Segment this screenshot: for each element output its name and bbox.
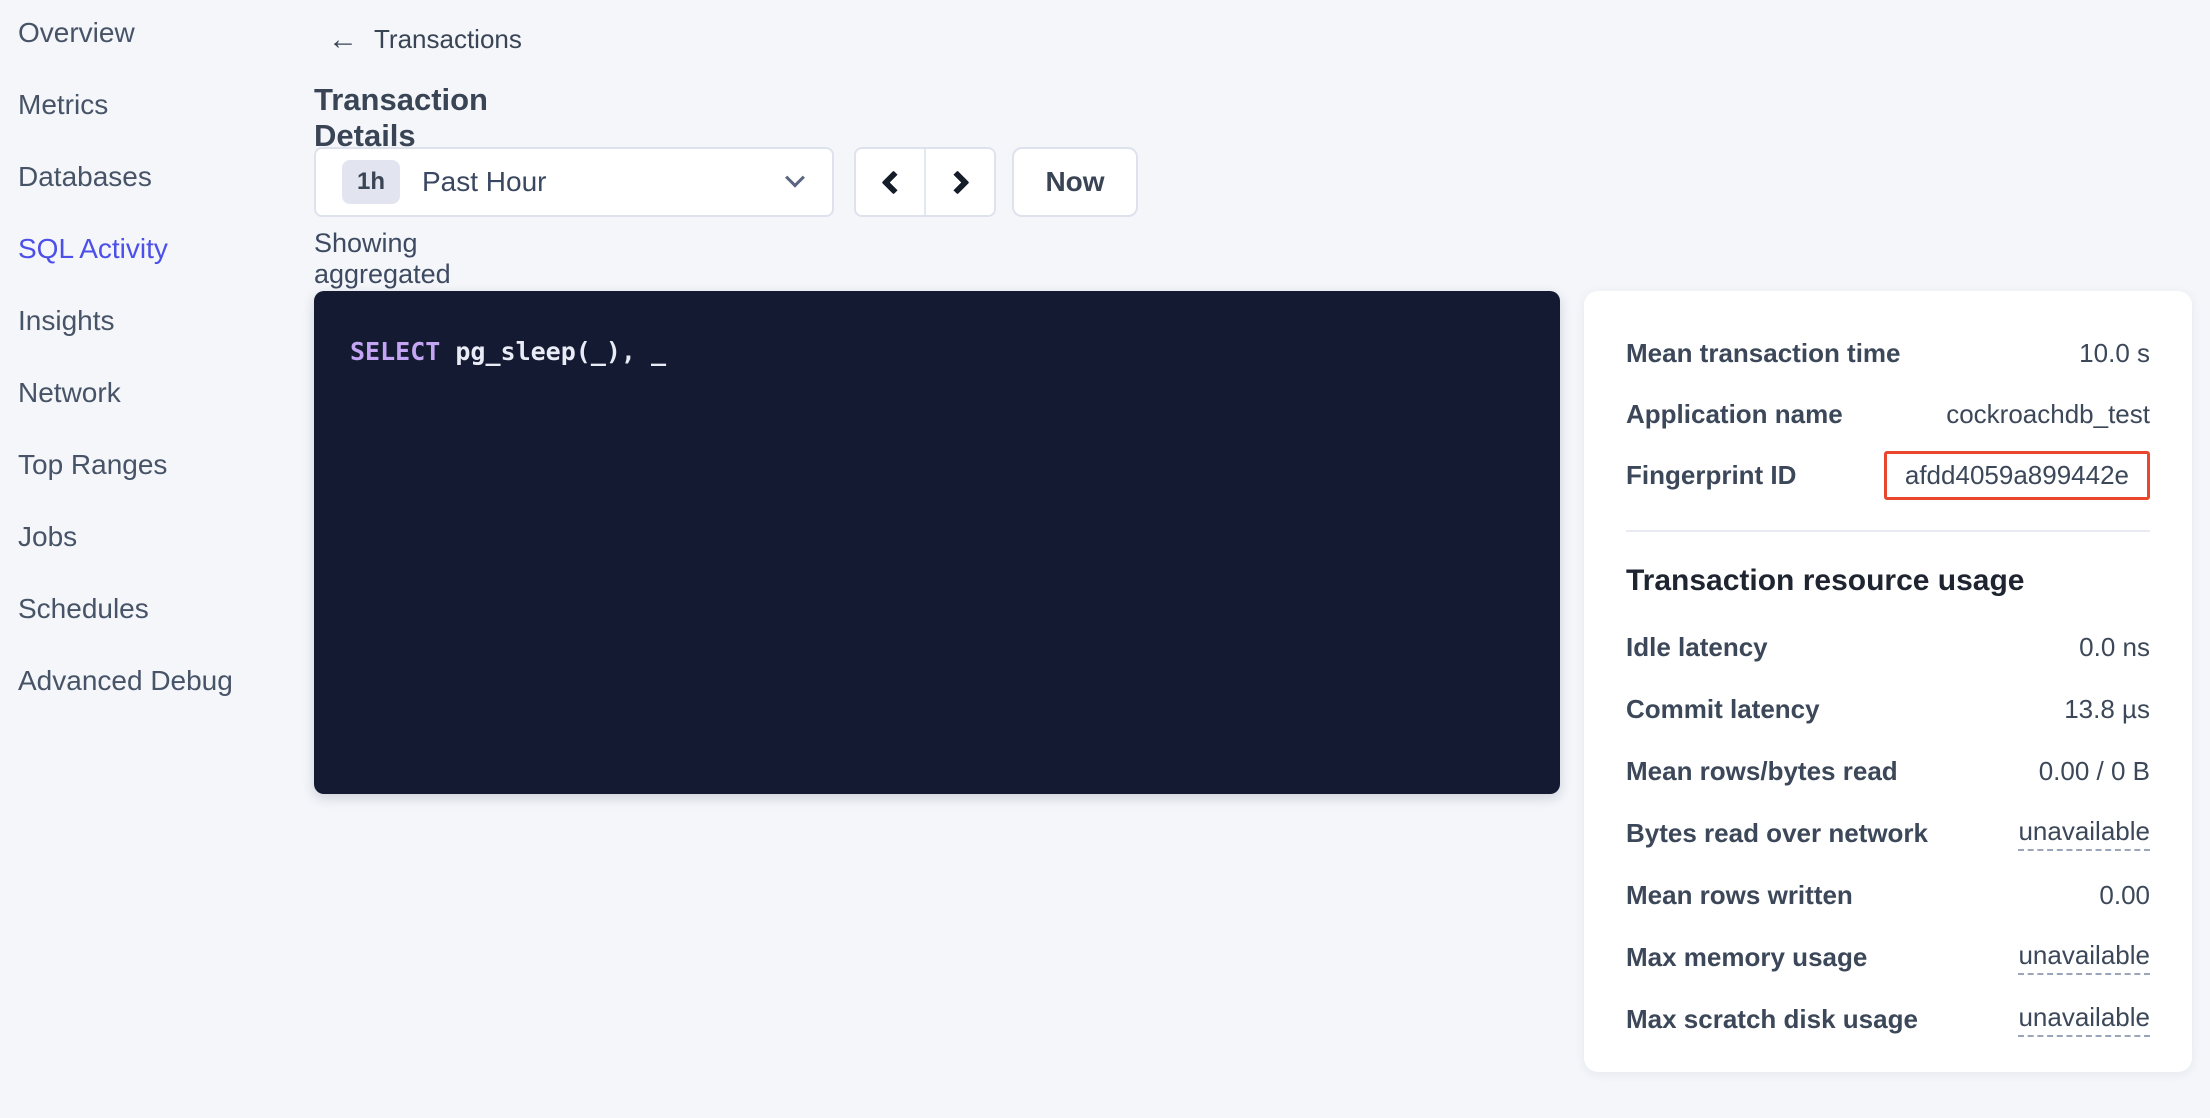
sql-keyword: SELECT [350, 337, 440, 366]
chevron-down-icon [785, 168, 805, 188]
chevron-left-icon [881, 170, 905, 194]
row-label: Application name [1626, 399, 1843, 430]
fingerprint-id-value-highlighted: afdd4059a899442e [1884, 451, 2150, 500]
row-label: Max memory usage [1626, 942, 1867, 973]
breadcrumb-label: Transactions [374, 24, 522, 55]
summary-rows: Mean transaction time 10.0 s Application… [1626, 291, 2150, 506]
previous-range-button[interactable] [856, 149, 924, 215]
sidebar-item-metrics[interactable]: Metrics [0, 69, 300, 141]
time-range-selected-value: Past Hour [422, 166, 788, 198]
sidebar-item-top-ranges[interactable]: Top Ranges [0, 429, 300, 501]
row-idle-latency: Idle latency 0.0 ns [1626, 616, 2150, 678]
row-label: Mean transaction time [1626, 338, 1901, 369]
sidebar-item-databases[interactable]: Databases [0, 141, 300, 213]
row-value: cockroachdb_test [1946, 399, 2150, 430]
time-range-dropdown[interactable]: 1h Past Hour [314, 147, 834, 217]
row-value: 0.00 / 0 B [2039, 756, 2150, 787]
row-value: 10.0 s [2079, 338, 2150, 369]
row-label: Mean rows written [1626, 880, 1853, 911]
sidebar-item-jobs[interactable]: Jobs [0, 501, 300, 573]
row-mean-transaction-time: Mean transaction time 10.0 s [1626, 323, 2150, 384]
row-value: 13.8 µs [2064, 694, 2150, 725]
next-range-button[interactable] [924, 149, 994, 215]
time-step-button-group [854, 147, 996, 217]
row-application-name: Application name cockroachdb_test [1626, 384, 2150, 445]
sidebar: Overview Metrics Databases SQL Activity … [0, 0, 300, 1118]
unavailable-tooltip-value[interactable]: unavailable [2018, 816, 2150, 851]
row-label: Idle latency [1626, 632, 1768, 663]
chevron-right-icon [945, 170, 969, 194]
sql-statement-box: SELECT pg_sleep(_), _ [314, 291, 1560, 794]
row-bytes-read-over-network: Bytes read over network unavailable [1626, 802, 2150, 864]
unavailable-tooltip-value[interactable]: unavailable [2018, 940, 2150, 975]
row-mean-rows-bytes-read: Mean rows/bytes read 0.00 / 0 B [1626, 740, 2150, 802]
time-controls: 1h Past Hour Now [314, 147, 1138, 217]
row-label: Max scratch disk usage [1626, 1004, 1918, 1035]
sql-body: pg_sleep(_), _ [440, 337, 666, 366]
card-divider [1626, 530, 2150, 532]
sidebar-item-schedules[interactable]: Schedules [0, 573, 300, 645]
resource-usage-rows: Idle latency 0.0 ns Commit latency 13.8 … [1626, 616, 2150, 1050]
sidebar-item-advanced-debug[interactable]: Advanced Debug [0, 645, 300, 717]
arrow-left-icon: ← [328, 25, 358, 55]
now-button[interactable]: Now [1012, 147, 1138, 217]
sidebar-item-insights[interactable]: Insights [0, 285, 300, 357]
sidebar-item-overview[interactable]: Overview [0, 0, 300, 69]
row-label: Commit latency [1626, 694, 1820, 725]
row-label: Fingerprint ID [1626, 460, 1796, 491]
row-value: 0.00 [2099, 880, 2150, 911]
sidebar-nav-list: Overview Metrics Databases SQL Activity … [0, 0, 300, 717]
unavailable-tooltip-value[interactable]: unavailable [2018, 1002, 2150, 1037]
row-commit-latency: Commit latency 13.8 µs [1626, 678, 2150, 740]
sql-statement: SELECT pg_sleep(_), _ [350, 337, 666, 366]
breadcrumb-back-link[interactable]: ← Transactions [328, 24, 522, 55]
row-label: Bytes read over network [1626, 818, 1928, 849]
resource-usage-section-title: Transaction resource usage [1626, 564, 2150, 598]
transaction-details-card: Mean transaction time 10.0 s Application… [1584, 291, 2192, 1072]
row-fingerprint-id: Fingerprint ID afdd4059a899442e [1626, 445, 2150, 506]
sidebar-item-network[interactable]: Network [0, 357, 300, 429]
row-mean-rows-written: Mean rows written 0.00 [1626, 864, 2150, 926]
row-max-memory-usage: Max memory usage unavailable [1626, 926, 2150, 988]
row-label: Mean rows/bytes read [1626, 756, 1898, 787]
row-max-scratch-disk-usage: Max scratch disk usage unavailable [1626, 988, 2150, 1050]
page-title: Transaction Details [314, 82, 488, 154]
row-value: 0.0 ns [2079, 632, 2150, 663]
interval-badge: 1h [342, 160, 400, 204]
sidebar-item-sql-activity[interactable]: SQL Activity [0, 213, 300, 285]
